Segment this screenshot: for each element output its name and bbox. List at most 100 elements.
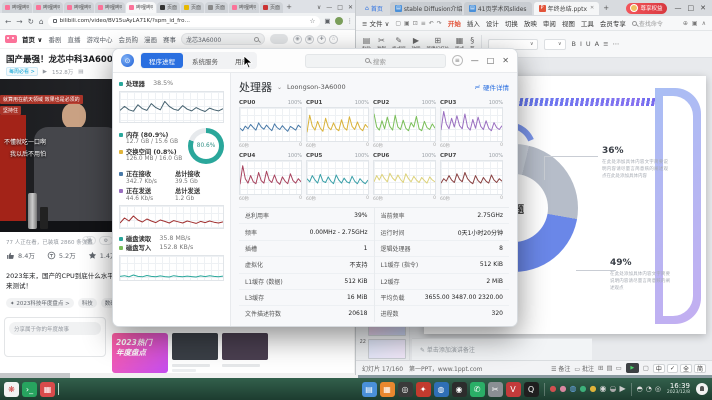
ime-icon[interactable]: 全: [680, 364, 692, 373]
quick-access-icon[interactable]: ▣: [404, 20, 410, 27]
close-icon[interactable]: ✕: [590, 5, 594, 11]
quick-access-icon[interactable]: ↷: [437, 20, 442, 27]
ime-icon[interactable]: ✓: [667, 364, 678, 373]
address-bar[interactable]: bilibili.com/video/BV15uAyLA71K/?spm_id_…: [48, 16, 321, 27]
bili-search-input[interactable]: [186, 36, 252, 43]
wps-tab[interactable]: ⌂首页: [360, 2, 388, 15]
browser-tab[interactable]: 页面: [157, 2, 180, 13]
ribbon-menu-审阅[interactable]: 审阅: [543, 18, 556, 28]
speaker-notes-pane[interactable]: ✎ 单击添加演讲备注: [412, 338, 592, 360]
sidebar-cpu-section[interactable]: 处理器 38.5%: [119, 79, 224, 123]
bili-nav-item[interactable]: 游戏中心: [87, 34, 113, 44]
video-tag[interactable]: ✦ 2023科技年度盘点 >: [6, 298, 74, 308]
browser-tab[interactable]: 哔哩哔哩: [33, 2, 63, 13]
browser-tab[interactable]: 哔哩哔哩: [95, 2, 125, 13]
font-style-button[interactable]: A: [595, 40, 599, 48]
browser-window-control[interactable]: ✕: [348, 4, 353, 11]
menubar-icon[interactable]: ⊕: [683, 20, 688, 27]
danmaku-toggle[interactable]: 弹: [82, 236, 96, 245]
monitor-window-control[interactable]: □: [487, 56, 495, 65]
wps-new-tab-button[interactable]: +: [601, 4, 611, 12]
monitor-tab-1[interactable]: 程序进程: [141, 53, 183, 68]
taskbar-files-icon[interactable]: ▤: [362, 382, 377, 397]
bili-nav-item[interactable]: 赛事: [163, 34, 176, 44]
action-like[interactable]: 8.4万: [6, 250, 35, 260]
action-coin[interactable]: 5.2万: [47, 250, 76, 260]
tray-tray-dark-icon[interactable]: ◉: [599, 385, 606, 393]
monitor-menu-icon[interactable]: ≡: [452, 55, 463, 66]
taskbar-wechat-icon[interactable]: ✆: [470, 382, 485, 397]
browser-tab[interactable]: 哔哩哔哩: [64, 2, 94, 13]
taskbar-app-store-icon[interactable]: ▦: [380, 382, 395, 397]
monitor-sidebar[interactable]: 处理器 38.5% 内存 (80.9%) 12.7 GB / 15.6 GB 交…: [113, 73, 231, 327]
ribbon-menu-会员专享[interactable]: 会员专享: [600, 18, 626, 28]
browser-tab[interactable]: 页面: [205, 2, 228, 13]
browser-window-control[interactable]: □: [337, 4, 343, 11]
bookmark-star-icon[interactable]: ☆: [310, 17, 316, 25]
quick-access-icon[interactable]: ▢: [395, 20, 401, 27]
taskbar-screenshot-tool-icon[interactable]: ✂: [488, 382, 503, 397]
taskbar-launcher-icon[interactable]: ❋: [4, 382, 19, 397]
ribbon-menu-视图[interactable]: 视图: [562, 18, 575, 28]
taskbar-app-grid-icon[interactable]: ▦: [40, 382, 55, 397]
browser-tab[interactable]: 哔哩哔哩: [2, 2, 32, 13]
bili-nav-item[interactable]: 首页 ∨: [22, 34, 43, 44]
monitor-window-control[interactable]: —: [471, 56, 479, 65]
comment-input[interactable]: 分享属于你的年度故事: [9, 322, 101, 335]
view-mode-icon[interactable]: ▤: [606, 364, 612, 372]
wps-window-control[interactable]: —: [675, 4, 682, 12]
font-size-select[interactable]: ∨: [544, 39, 566, 50]
notification-bell-icon[interactable]: [696, 383, 708, 395]
browser-tab[interactable]: 页面: [181, 2, 204, 13]
ribbon-menu-工具[interactable]: 工具: [581, 18, 594, 28]
taskbar-browser-app-icon[interactable]: ◍: [434, 382, 449, 397]
taskbar-qq-icon[interactable]: Q: [524, 382, 539, 397]
tray-tray-green-icon[interactable]: ●: [580, 385, 587, 393]
monitor-tab-2[interactable]: 系统服务: [184, 53, 226, 68]
find-command[interactable]: 查找命令: [632, 19, 663, 28]
comments-button[interactable]: ▭ 批注: [574, 364, 594, 373]
tray-tray-globe-icon[interactable]: ◍: [570, 385, 577, 393]
tray-tray-compass-icon[interactable]: ◒: [609, 385, 616, 393]
font-style-button[interactable]: ⋯: [613, 40, 620, 48]
refresh-button[interactable]: ↻: [28, 17, 34, 26]
browser-tab[interactable]: 页面: [260, 2, 283, 13]
menubar-icon[interactable]: ∧: [702, 20, 706, 27]
taskbar-reader-icon[interactable]: V: [506, 382, 521, 397]
home-button[interactable]: ⌂: [39, 17, 44, 26]
browser-menu-icon[interactable]: ⋮: [347, 17, 354, 25]
monitor-search-box[interactable]: 搜索: [305, 54, 446, 68]
monitor-window-control[interactable]: ✕: [502, 56, 509, 65]
taskbar-loongson-icon[interactable]: ✦: [416, 382, 431, 397]
sidebar-network-section[interactable]: 正在接收 总计接收 342.7 Kb/s 39.5 Gb 正在发送 总计发送 4…: [119, 169, 224, 229]
new-tab-button[interactable]: +: [284, 2, 294, 13]
slide-thumbnail[interactable]: [368, 339, 406, 359]
menubar-icon[interactable]: ▣: [692, 20, 698, 27]
wps-tab[interactable]: ▤stable Diffusion介绍: [390, 2, 462, 15]
bili-nav-item[interactable]: 直播: [68, 34, 81, 44]
ribbon-menu-设计[interactable]: 设计: [486, 18, 499, 28]
net-indicator-icon[interactable]: ◓: [637, 386, 643, 393]
quick-access-icon[interactable]: ↶: [429, 20, 434, 27]
tray-tray-play-icon[interactable]: ▶: [619, 385, 625, 393]
danmaku-settings[interactable]: ⚙: [99, 236, 113, 245]
wps-window-control[interactable]: ✕: [700, 4, 706, 12]
font-style-button[interactable]: U: [586, 40, 591, 48]
thumbnail-row[interactable]: 22: [358, 339, 407, 359]
extensions-icon[interactable]: ▣: [324, 17, 330, 25]
notes-button[interactable]: ☰ 备注: [551, 364, 570, 373]
member-badge[interactable]: 尊享权益: [626, 3, 666, 14]
browser-tab[interactable]: 哔哩哔哩: [126, 2, 156, 13]
video-thumbnail[interactable]: [172, 333, 218, 360]
forward-button[interactable]: →: [16, 17, 22, 26]
bili-header-icon[interactable]: ◉: [293, 35, 302, 44]
bili-header-icon[interactable]: ▣: [305, 35, 314, 44]
bilibili-logo-icon[interactable]: [5, 35, 17, 43]
taskbar-settings-icon[interactable]: ◎: [398, 382, 413, 397]
ribbon-menu-插入[interactable]: 插入: [467, 18, 480, 28]
ime-icon[interactable]: 中: [653, 364, 665, 373]
back-button[interactable]: ←: [5, 17, 11, 26]
fullscreen-icon[interactable]: ▢: [643, 364, 649, 372]
browser-window-control[interactable]: ∨: [317, 4, 321, 11]
video-tag[interactable]: 科技: [78, 298, 97, 308]
